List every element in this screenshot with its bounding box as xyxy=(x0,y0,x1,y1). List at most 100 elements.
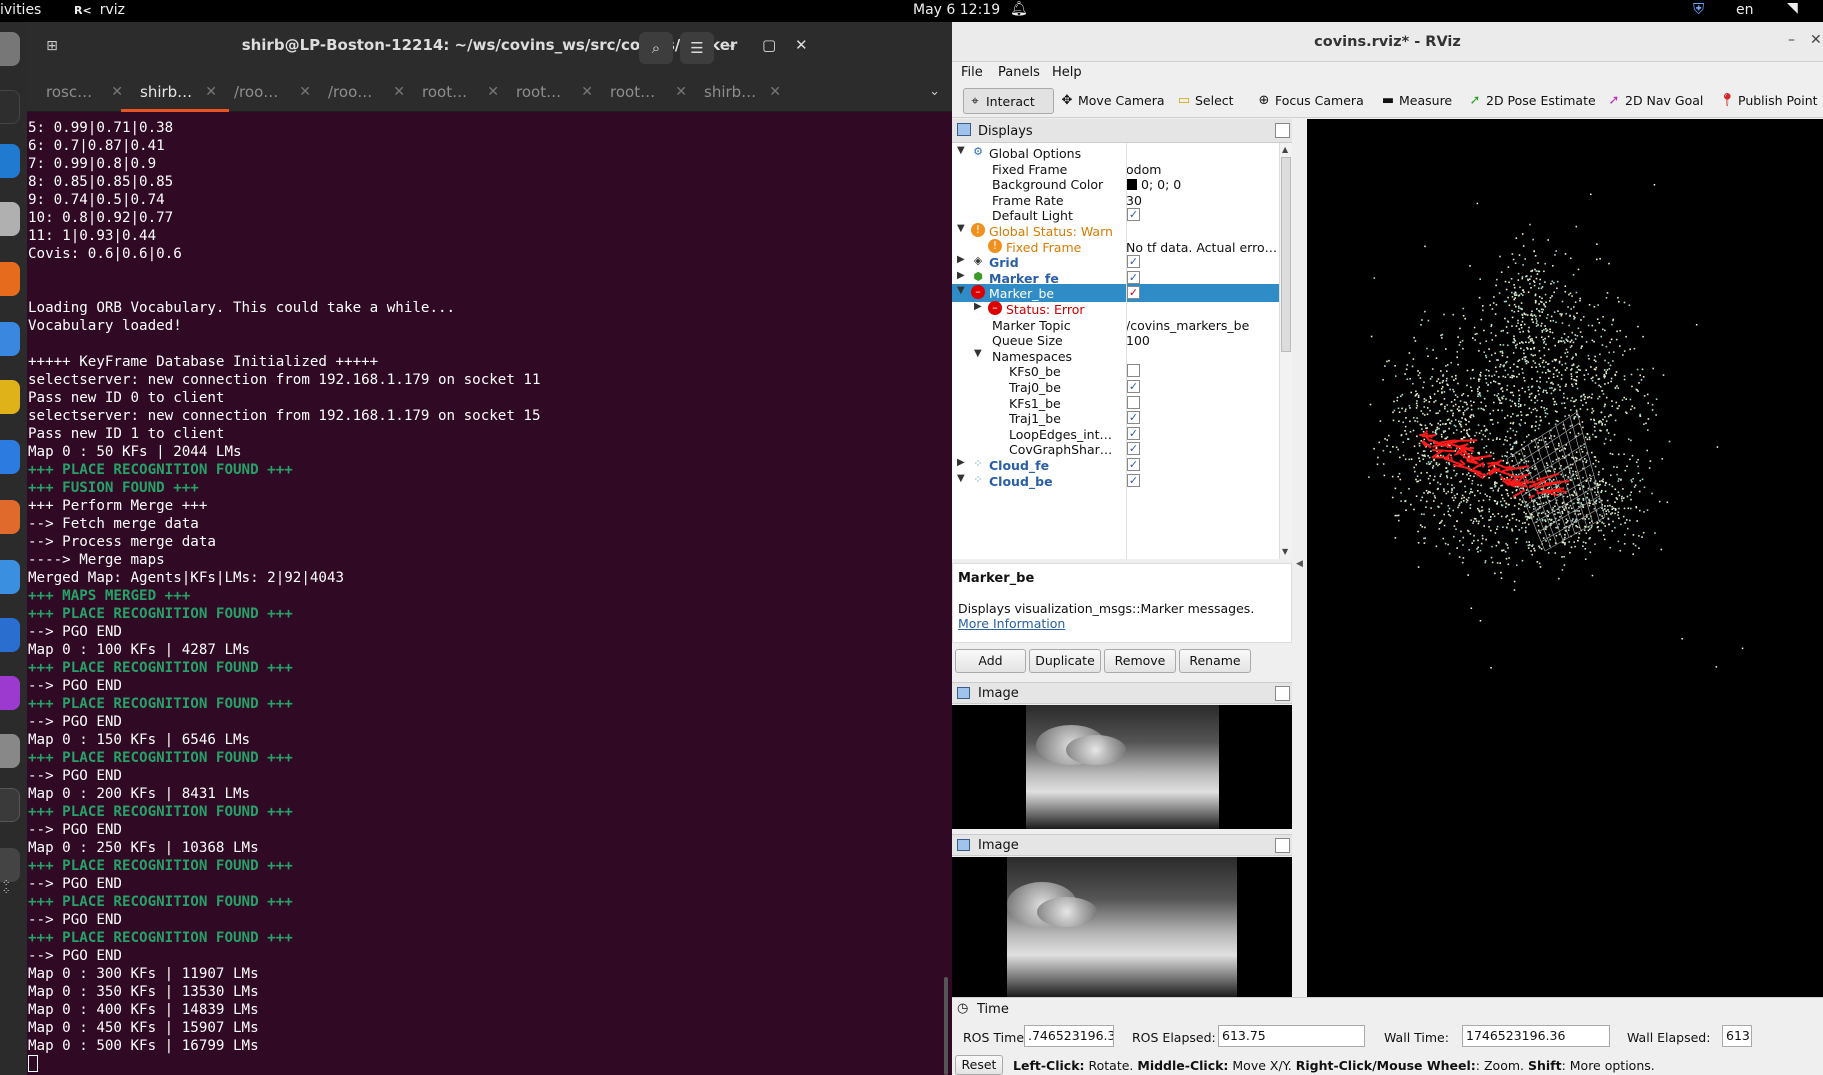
display-checkbox[interactable] xyxy=(1127,395,1140,409)
display-checkbox[interactable]: ✓ xyxy=(1127,270,1140,284)
displays-scrollbar[interactable]: ▲ ▼ xyxy=(1279,143,1292,559)
minimize-button[interactable]: – xyxy=(728,36,736,54)
tool-publish-point[interactable]: 📍︎ Publish Point xyxy=(1716,88,1818,114)
tool-move-camera[interactable]: ✥ Move Camera xyxy=(1056,88,1165,114)
remove-button[interactable]: Remove xyxy=(1104,649,1176,673)
dock-app-purple-icon[interactable] xyxy=(0,676,20,710)
cloud-point xyxy=(1629,348,1631,351)
search-button[interactable]: ⌕ xyxy=(639,32,673,64)
add-button[interactable]: Add xyxy=(955,649,1026,673)
display-checkbox[interactable]: ✓ xyxy=(1127,380,1140,393)
display-checkbox[interactable]: ✓ xyxy=(1127,286,1140,300)
expand-arrow-icon[interactable]: ▼ xyxy=(957,145,965,156)
3d-render-view[interactable] xyxy=(1307,119,1823,997)
terminal-tab-active[interactable]: shirb… ✕ xyxy=(121,72,229,112)
reset-button[interactable]: Reset xyxy=(955,1055,1003,1075)
app-menu[interactable]: R< rviz xyxy=(74,2,125,18)
menu-panels[interactable]: Panels xyxy=(998,65,1040,80)
menu-help[interactable]: Help xyxy=(1052,65,1082,80)
dock-app-files-icon[interactable] xyxy=(0,202,20,236)
dock-app-document-icon[interactable] xyxy=(0,440,20,474)
tool-measure[interactable]: ▬ Measure xyxy=(1377,88,1452,114)
terminal-output[interactable]: 5: 0.99|0.71|0.38 6: 0.7|0.87|0.41 7: 0.99… xyxy=(28,119,943,1074)
dock-app-settings-icon[interactable] xyxy=(0,32,20,66)
expand-arrow-icon[interactable]: ▼ xyxy=(974,348,982,359)
display-checkbox[interactable] xyxy=(1127,364,1140,378)
scroll-down-icon[interactable]: ▼ xyxy=(1282,547,1288,556)
panel-float-button[interactable] xyxy=(1275,686,1290,701)
dock-app-terminal-icon[interactable] xyxy=(0,90,20,124)
tool-2d-pose-estimate[interactable]: ➚ 2D Pose Estimate xyxy=(1464,88,1596,114)
duplicate-button[interactable]: Duplicate xyxy=(1029,649,1101,673)
ros-elapsed-field[interactable]: 613.75 xyxy=(1218,1025,1365,1047)
dock-app-orange-icon[interactable] xyxy=(0,500,20,534)
display-checkbox[interactable]: ✓ xyxy=(1127,426,1140,440)
display-tree-row[interactable]: ▼ ⁘ Cloud_be ✓ xyxy=(952,472,1279,490)
rename-button[interactable]: Rename xyxy=(1179,649,1251,673)
minimize-button[interactable]: – xyxy=(1788,32,1795,48)
expand-arrow-icon[interactable]: ▼ xyxy=(957,223,965,234)
dock-app-gray-icon[interactable] xyxy=(0,734,20,768)
panel-float-button[interactable] xyxy=(1275,123,1290,138)
more-information-link[interactable]: More Information xyxy=(958,616,1065,631)
expand-arrow-icon[interactable]: ▶ xyxy=(957,254,965,265)
expand-arrow-icon[interactable]: ▶ xyxy=(974,301,982,312)
dock-app-yellow-icon[interactable] xyxy=(0,380,20,414)
display-checkbox[interactable]: ✓ xyxy=(1127,458,1140,471)
clock[interactable]: May 6 12:19 xyxy=(913,2,1000,18)
wall-time-field[interactable]: 1746523196.36 xyxy=(1462,1025,1610,1047)
image-panel-view[interactable] xyxy=(952,705,1292,829)
tab-list-chevron-down-icon[interactable]: ⌄ xyxy=(929,72,940,112)
display-checkbox[interactable]: ✓ xyxy=(1127,255,1140,269)
keyboard-layout[interactable]: en xyxy=(1736,2,1754,18)
expand-arrow-icon[interactable]: ▼ xyxy=(957,473,965,484)
cloud-point xyxy=(1502,395,1505,397)
dock-app-rviz-icon[interactable] xyxy=(0,788,20,822)
panel-splitter[interactable]: ◀ xyxy=(1292,119,1307,997)
panel-float-button[interactable] xyxy=(1275,838,1290,853)
show-apps-icon[interactable]: ⁘ ⁘ xyxy=(2,879,10,904)
dock-app-vscode-icon[interactable] xyxy=(0,144,20,178)
close-button[interactable]: ✕ xyxy=(1810,32,1822,48)
terminal-tab[interactable]: root… ✕ xyxy=(497,72,605,112)
expand-arrow-icon[interactable]: ▼ xyxy=(957,285,965,296)
collapse-arrow-icon[interactable]: ◀ xyxy=(1296,559,1303,569)
display-checkbox[interactable]: ✓ xyxy=(1127,208,1140,222)
terminal-tab[interactable]: /roo… ✕ xyxy=(215,72,323,112)
dock-app-misc-icon[interactable] xyxy=(0,848,20,882)
maximize-button[interactable]: ▢ xyxy=(762,36,776,54)
tool-focus-camera[interactable]: ⊕ Focus Camera xyxy=(1253,88,1364,114)
dock-app-chrome-icon[interactable] xyxy=(0,322,20,356)
display-checkbox[interactable]: ✓ xyxy=(1127,411,1140,425)
shield-icon[interactable]: ⛨ xyxy=(1693,0,1704,18)
wall-elapsed-field[interactable]: 613.72 xyxy=(1722,1025,1752,1047)
expand-arrow-icon[interactable]: ▶ xyxy=(957,457,965,468)
display-checkbox[interactable]: ✓ xyxy=(1127,442,1140,456)
scroll-thumb[interactable] xyxy=(1281,157,1291,352)
tool-2d-nav-goal[interactable]: ➚ 2D Nav Goal xyxy=(1603,88,1704,114)
dock-app-firefox-icon[interactable] xyxy=(0,262,20,296)
wifi-icon[interactable]: ◥ xyxy=(1787,0,1798,16)
dock-app-blue-icon[interactable] xyxy=(0,560,20,594)
terminal-tab[interactable]: /roo… ✕ xyxy=(309,72,417,112)
column-divider[interactable] xyxy=(1126,143,1127,559)
terminal-tab[interactable]: root… ✕ xyxy=(403,72,511,112)
terminal-tab[interactable]: root… ✕ xyxy=(591,72,699,112)
expand-arrow-icon[interactable]: ▶ xyxy=(957,270,965,281)
tool-select[interactable]: ▭ Select xyxy=(1173,88,1234,114)
terminal-scrollbar[interactable] xyxy=(944,977,948,1075)
terminal-tab[interactable]: rosc… ✕ xyxy=(27,72,135,112)
menu-button[interactable]: ☰ xyxy=(680,32,714,64)
activities-button[interactable]: ivities xyxy=(0,2,41,18)
color-swatch[interactable] xyxy=(1126,179,1137,191)
dock-app-shield-icon[interactable] xyxy=(0,618,20,652)
terminal-tab[interactable]: shirb… ✕ xyxy=(685,72,793,112)
image-panel-view[interactable] xyxy=(952,857,1292,997)
ros-time-field[interactable]: .746523196.33 xyxy=(1024,1025,1114,1047)
scroll-up-icon[interactable]: ▲ xyxy=(1282,145,1288,154)
close-button[interactable]: ✕ xyxy=(795,36,808,54)
display-checkbox[interactable]: ✓ xyxy=(1127,473,1140,487)
close-tab-icon[interactable]: ✕ xyxy=(769,72,781,112)
tool-interact[interactable]: ⌖ Interact xyxy=(963,88,1054,114)
menu-file[interactable]: File xyxy=(961,65,983,80)
